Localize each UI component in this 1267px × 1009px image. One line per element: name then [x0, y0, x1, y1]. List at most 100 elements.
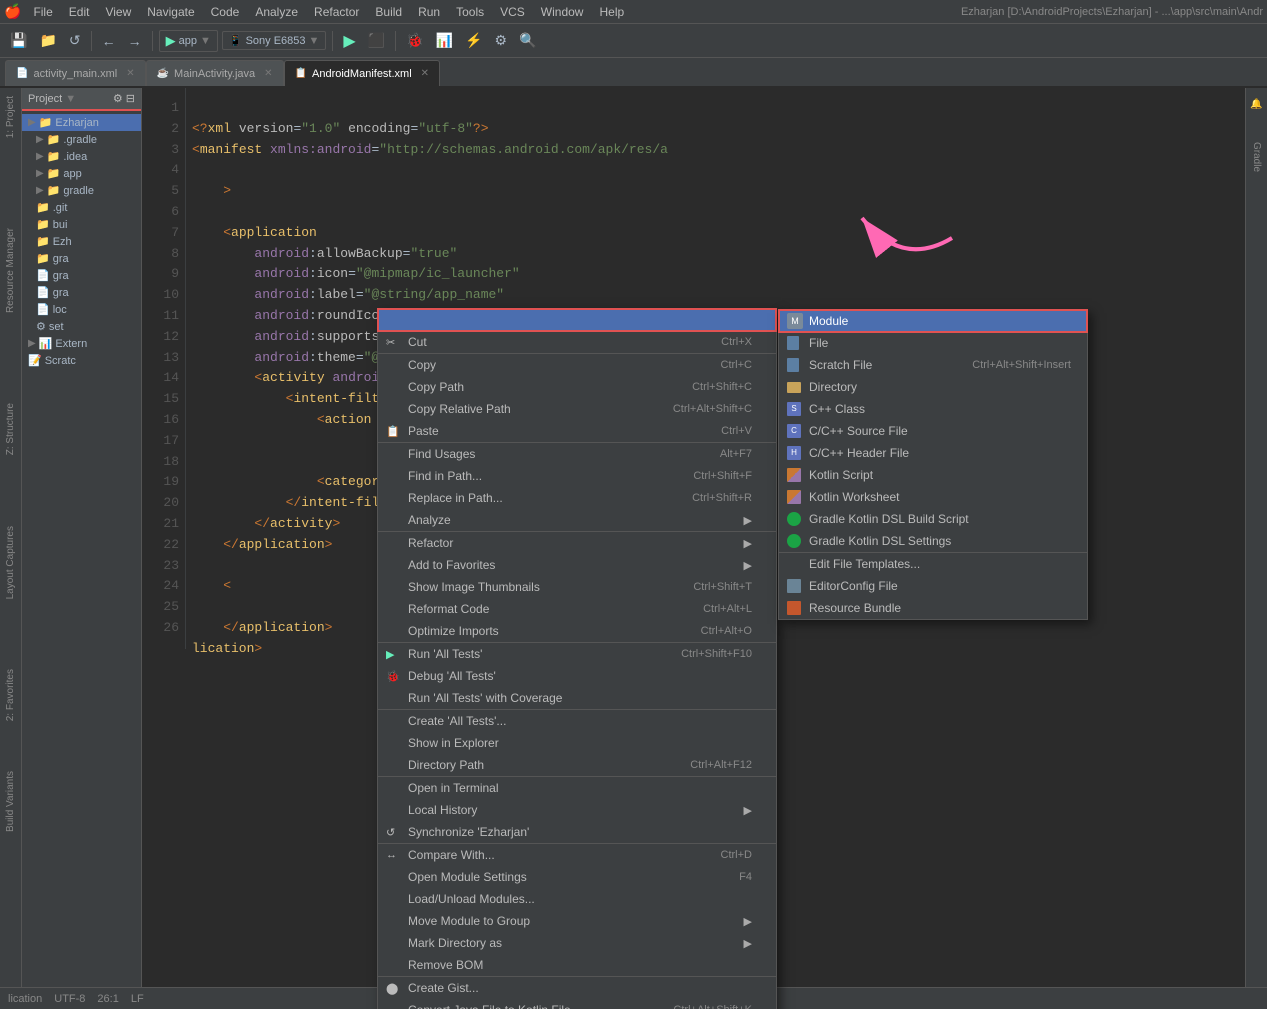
menu-item-local-history[interactable]: Local History ▶ — [378, 799, 776, 821]
tree-item-gra[interactable]: 📁 gra — [22, 250, 141, 267]
menu-item-copy[interactable]: Copy Ctrl+C — [378, 354, 776, 376]
tree-item-gradle[interactable]: ▶ 📁 .gradle — [22, 131, 141, 148]
menu-item-create-tests[interactable]: Create 'All Tests'... — [378, 710, 776, 732]
favorites-tool[interactable]: 2: Favorites — [3, 665, 18, 725]
menu-item-convert-java[interactable]: Convert Java File to Kotlin File Ctrl+Al… — [378, 999, 776, 1009]
menu-build[interactable]: Build — [367, 3, 410, 21]
menu-item-move-module[interactable]: Move Module to Group ▶ — [378, 910, 776, 932]
menu-item-show-explorer[interactable]: Show in Explorer — [378, 732, 776, 754]
menu-refactor[interactable]: Refactor — [306, 3, 367, 21]
tree-item-set[interactable]: ⚙ set — [22, 318, 141, 335]
menu-item-analyze[interactable]: Analyze ▶ — [378, 509, 776, 532]
submenu-item-kotlin-script[interactable]: Kotlin Script — [779, 464, 1087, 486]
menu-item-create-gist[interactable]: ⬤ Create Gist... — [378, 977, 776, 999]
menu-edit[interactable]: Edit — [61, 3, 98, 21]
tree-item-extern[interactable]: ▶ 📊 Extern — [22, 335, 141, 352]
tree-item-gra3[interactable]: 📄 gra — [22, 284, 141, 301]
submenu-item-directory[interactable]: Directory — [779, 376, 1087, 398]
toolbar-open-btn[interactable]: 📁 — [35, 30, 60, 51]
menu-item-synchronize[interactable]: ↺ Synchronize 'Ezharjan' — [378, 821, 776, 844]
submenu-item-resource-bundle[interactable]: Resource Bundle — [779, 597, 1087, 619]
submenu-item-cpp-header[interactable]: H C/C++ Header File — [779, 442, 1087, 464]
run-btn[interactable]: ▶ — [339, 29, 359, 53]
tree-item-gradle2[interactable]: ▶ 📁 gradle — [22, 182, 141, 199]
menu-item-refactor[interactable]: Refactor ▶ — [378, 532, 776, 554]
debug-btn[interactable]: 🐞 — [402, 30, 427, 51]
menu-code[interactable]: Code — [203, 3, 248, 21]
menu-item-copy-path[interactable]: Copy Path Ctrl+Shift+C — [378, 376, 776, 398]
submenu-item-gradle-build[interactable]: Gradle Kotlin DSL Build Script — [779, 508, 1087, 530]
app-selector[interactable]: ▶ app ▼ — [159, 30, 218, 52]
submenu-item-cpp-source[interactable]: C C/C++ Source File — [779, 420, 1087, 442]
search-btn[interactable]: 🔍 — [515, 30, 540, 51]
menu-item-mark-dir[interactable]: Mark Directory as ▶ — [378, 932, 776, 954]
menu-item-remove-bom[interactable]: Remove BOM — [378, 954, 776, 977]
tab-close-mainactivity[interactable]: ✕ — [264, 68, 272, 79]
settings-btn[interactable]: ⚙ — [490, 30, 511, 51]
resource-manager-tool[interactable]: Resource Manager — [3, 224, 18, 317]
menu-analyze[interactable]: Analyze — [247, 3, 306, 21]
toolbar-save-btn[interactable]: 💾 — [6, 30, 31, 51]
project-gear[interactable]: ⚙ — [113, 92, 123, 105]
submenu-item-scratch[interactable]: Scratch File Ctrl+Alt+Shift+Insert — [779, 354, 1087, 376]
menu-item-compare[interactable]: ↔ Compare With... Ctrl+D — [378, 844, 776, 866]
tree-item-app[interactable]: ▶ 📁 app — [22, 165, 141, 182]
submenu-item-gradle-settings[interactable]: Gradle Kotlin DSL Settings — [779, 530, 1087, 552]
menu-item-optimize[interactable]: Optimize Imports Ctrl+Alt+O — [378, 620, 776, 643]
notifications-btn[interactable]: 🔔 — [1249, 92, 1264, 116]
menu-item-dir-path[interactable]: Directory Path Ctrl+Alt+F12 — [378, 754, 776, 777]
menu-item-copy-rel-path[interactable]: Copy Relative Path Ctrl+Alt+Shift+C — [378, 398, 776, 420]
tree-item-ezharjan[interactable]: ▶ 📁 Ezharjan — [22, 114, 141, 131]
tab-activity-main[interactable]: 📄 activity_main.xml ✕ — [5, 60, 146, 86]
menu-item-show-thumbnails[interactable]: Show Image Thumbnails Ctrl+Shift+T — [378, 576, 776, 598]
submenu-item-file[interactable]: File — [779, 332, 1087, 354]
menu-view[interactable]: View — [97, 3, 139, 21]
tab-close-manifest[interactable]: ✕ — [421, 68, 429, 79]
menu-vcs[interactable]: VCS — [492, 3, 533, 21]
toolbar-sync-btn[interactable]: ↺ — [65, 30, 85, 51]
device-selector[interactable]: 📱 Sony E6853 ▼ — [222, 31, 327, 50]
tree-item-loc[interactable]: 📄 loc — [22, 301, 141, 318]
menu-item-module-settings[interactable]: Open Module Settings F4 — [378, 866, 776, 888]
submenu-item-module[interactable]: M Module — [779, 310, 1087, 332]
menu-item-cut[interactable]: ✂ Cut Ctrl+X — [378, 331, 776, 354]
submenu-item-edit-templates[interactable]: Edit File Templates... — [779, 552, 1087, 575]
menu-item-open-terminal[interactable]: Open in Terminal — [378, 777, 776, 799]
tree-item-idea[interactable]: ▶ 📁 .idea — [22, 148, 141, 165]
menu-tools[interactable]: Tools — [448, 3, 492, 21]
menu-item-load-unload[interactable]: Load/Unload Modules... — [378, 888, 776, 910]
tab-mainactivity[interactable]: ☕ MainActivity.java ✕ — [146, 60, 284, 86]
submenu-item-editorconfig[interactable]: EditorConfig File — [779, 575, 1087, 597]
tree-item-scratc[interactable]: 📝 Scratc — [22, 352, 141, 369]
menu-item-find-usages[interactable]: Find Usages Alt+F7 — [378, 443, 776, 465]
tree-item-gra2[interactable]: 📄 gra — [22, 267, 141, 284]
menu-item-debug-all[interactable]: 🐞 Debug 'All Tests' — [378, 665, 776, 687]
menu-item-run-coverage[interactable]: Run 'All Tests' with Coverage — [378, 687, 776, 710]
tab-androidmanifest[interactable]: 📋 AndroidManifest.xml ✕ — [284, 60, 441, 86]
menu-item-run-all[interactable]: ▶ Run 'All Tests' Ctrl+Shift+F10 — [378, 643, 776, 665]
toolbar-back-btn[interactable]: ← — [98, 31, 120, 51]
menu-navigate[interactable]: Navigate — [139, 3, 202, 21]
tree-item-ezh[interactable]: 📁 Ezh — [22, 233, 141, 250]
submenu-item-kotlin-worksheet[interactable]: Kotlin Worksheet — [779, 486, 1087, 508]
captures-tool[interactable]: Layout Captures — [3, 522, 18, 603]
toolbar-fwd-btn[interactable]: → — [124, 31, 146, 51]
menu-item-new[interactable]: New ▶ M Module File — [378, 309, 776, 331]
menu-help[interactable]: Help — [591, 3, 632, 21]
stop-btn[interactable]: ⬛ — [364, 30, 389, 51]
menu-item-paste[interactable]: 📋 Paste Ctrl+V — [378, 420, 776, 443]
tab-close-activity[interactable]: ✕ — [126, 68, 134, 79]
profile-btn[interactable]: ⚡ — [461, 30, 486, 51]
tree-item-git[interactable]: 📁 .git — [22, 199, 141, 216]
menu-item-add-favorites[interactable]: Add to Favorites ▶ — [378, 554, 776, 576]
structure-tool[interactable]: Z: Structure — [3, 399, 18, 459]
menu-file[interactable]: File — [25, 3, 60, 21]
project-cog2[interactable]: ⊟ — [126, 92, 135, 105]
tree-item-bui[interactable]: 📁 bui — [22, 216, 141, 233]
gradle-tool[interactable]: Gradle — [1249, 136, 1264, 178]
menu-item-reformat[interactable]: Reformat Code Ctrl+Alt+L — [378, 598, 776, 620]
build-variants-tool[interactable]: Build Variants — [3, 767, 18, 836]
menu-item-find-in-path[interactable]: Find in Path... Ctrl+Shift+F — [378, 465, 776, 487]
menu-item-replace-path[interactable]: Replace in Path... Ctrl+Shift+R — [378, 487, 776, 509]
editor-area[interactable]: 1234567891011121314151617181920212223242… — [142, 88, 1245, 1009]
